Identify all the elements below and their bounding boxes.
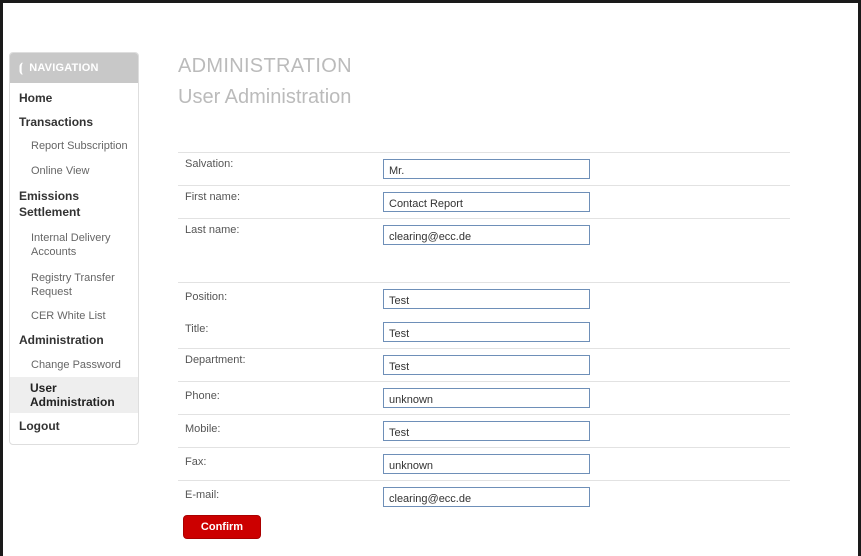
sidebar-item-label: Administration bbox=[19, 333, 104, 347]
navigation-header-label: NAVIGATION bbox=[29, 62, 99, 74]
last-name-input[interactable] bbox=[383, 225, 590, 245]
sidebar-item-user-administration[interactable]: User Administration bbox=[10, 377, 138, 413]
first-name-input[interactable] bbox=[383, 192, 590, 212]
form-row-department: Department: bbox=[178, 348, 790, 381]
sidebar-item-registry-transfer-request[interactable]: Registry Transfer Request bbox=[10, 265, 138, 305]
department-label: Department: bbox=[185, 354, 246, 366]
form-row-email: E-mail: bbox=[178, 480, 790, 513]
form-row-mobile: Mobile: bbox=[178, 414, 790, 447]
salutation-input[interactable] bbox=[383, 159, 590, 179]
title-label: Title: bbox=[185, 323, 209, 335]
curved-arrow-icon: ⦗ bbox=[19, 60, 24, 75]
form-row-first-name: First name: bbox=[178, 185, 790, 218]
nav-list: Home Transactions Report Subscription On… bbox=[10, 85, 138, 439]
salutation-label: Salvation: bbox=[185, 158, 234, 170]
page-subtitle: User Administration bbox=[178, 86, 352, 108]
position-label: Position: bbox=[185, 291, 228, 303]
sidebar-item-label: Transactions bbox=[19, 114, 94, 129]
sidebar-item-label: CER White List bbox=[31, 310, 106, 322]
sidebar-item-label: Emissions Settlement bbox=[19, 189, 81, 219]
sidebar-item-administration[interactable]: Administration bbox=[10, 327, 138, 353]
sidebar-item-label: User Administration bbox=[30, 381, 115, 409]
sidebar-item-report-subscription[interactable]: Report Subscription bbox=[10, 133, 138, 158]
form-row-salutation: Salvation: bbox=[178, 152, 790, 185]
first-name-label: First name: bbox=[185, 191, 241, 203]
form-row-phone: Phone: bbox=[178, 381, 790, 414]
form-row-title: Title: bbox=[178, 315, 790, 348]
mobile-label: Mobile: bbox=[185, 423, 221, 435]
phone-input[interactable] bbox=[383, 388, 590, 408]
sidebar-item-label: Home bbox=[19, 90, 53, 105]
sidebar-item-label: Change Password bbox=[31, 359, 121, 371]
sidebar-item-change-password[interactable]: Change Password bbox=[10, 353, 138, 377]
sidebar-item-emissions-settlement[interactable]: Emissions Settlement bbox=[10, 183, 138, 225]
phone-label: Phone: bbox=[185, 390, 220, 402]
sidebar-item-label: Logout bbox=[19, 419, 60, 433]
position-input[interactable] bbox=[383, 289, 590, 309]
mobile-input[interactable] bbox=[383, 421, 590, 441]
sidebar-item-label: Internal Delivery Accounts bbox=[31, 232, 111, 258]
form-row-fax: Fax: bbox=[178, 447, 790, 480]
fax-input[interactable] bbox=[383, 454, 590, 474]
sidebar-item-home[interactable]: Home bbox=[10, 85, 138, 110]
title-input[interactable] bbox=[383, 322, 590, 342]
sidebar-item-label: Report Subscription bbox=[31, 139, 128, 152]
department-input[interactable] bbox=[383, 355, 590, 375]
form-row-position: Position: bbox=[178, 282, 790, 315]
confirm-button[interactable]: Confirm bbox=[183, 515, 261, 539]
sidebar-item-label: Online View bbox=[31, 164, 90, 177]
navigation-header: ⦗ NAVIGATION bbox=[10, 53, 138, 83]
email-input[interactable] bbox=[383, 487, 590, 507]
sidebar-item-logout[interactable]: Logout bbox=[10, 413, 138, 439]
sidebar-item-online-view[interactable]: Online View bbox=[10, 158, 138, 183]
sidebar-item-internal-delivery-accounts[interactable]: Internal Delivery Accounts bbox=[10, 225, 138, 265]
sidebar-item-transactions[interactable]: Transactions bbox=[10, 110, 138, 133]
sidebar-item-cer-white-list[interactable]: CER White List bbox=[10, 305, 138, 327]
form-row-last-name: Last name: bbox=[178, 218, 790, 282]
email-label: E-mail: bbox=[185, 489, 220, 501]
page-title: ADMINISTRATION bbox=[178, 55, 352, 77]
fax-label: Fax: bbox=[185, 456, 207, 468]
sidebar-navigation: ⦗ NAVIGATION Home Transactions Report Su… bbox=[9, 52, 139, 445]
sidebar-item-label: Registry Transfer Request bbox=[31, 272, 115, 298]
last-name-label: Last name: bbox=[185, 224, 240, 236]
